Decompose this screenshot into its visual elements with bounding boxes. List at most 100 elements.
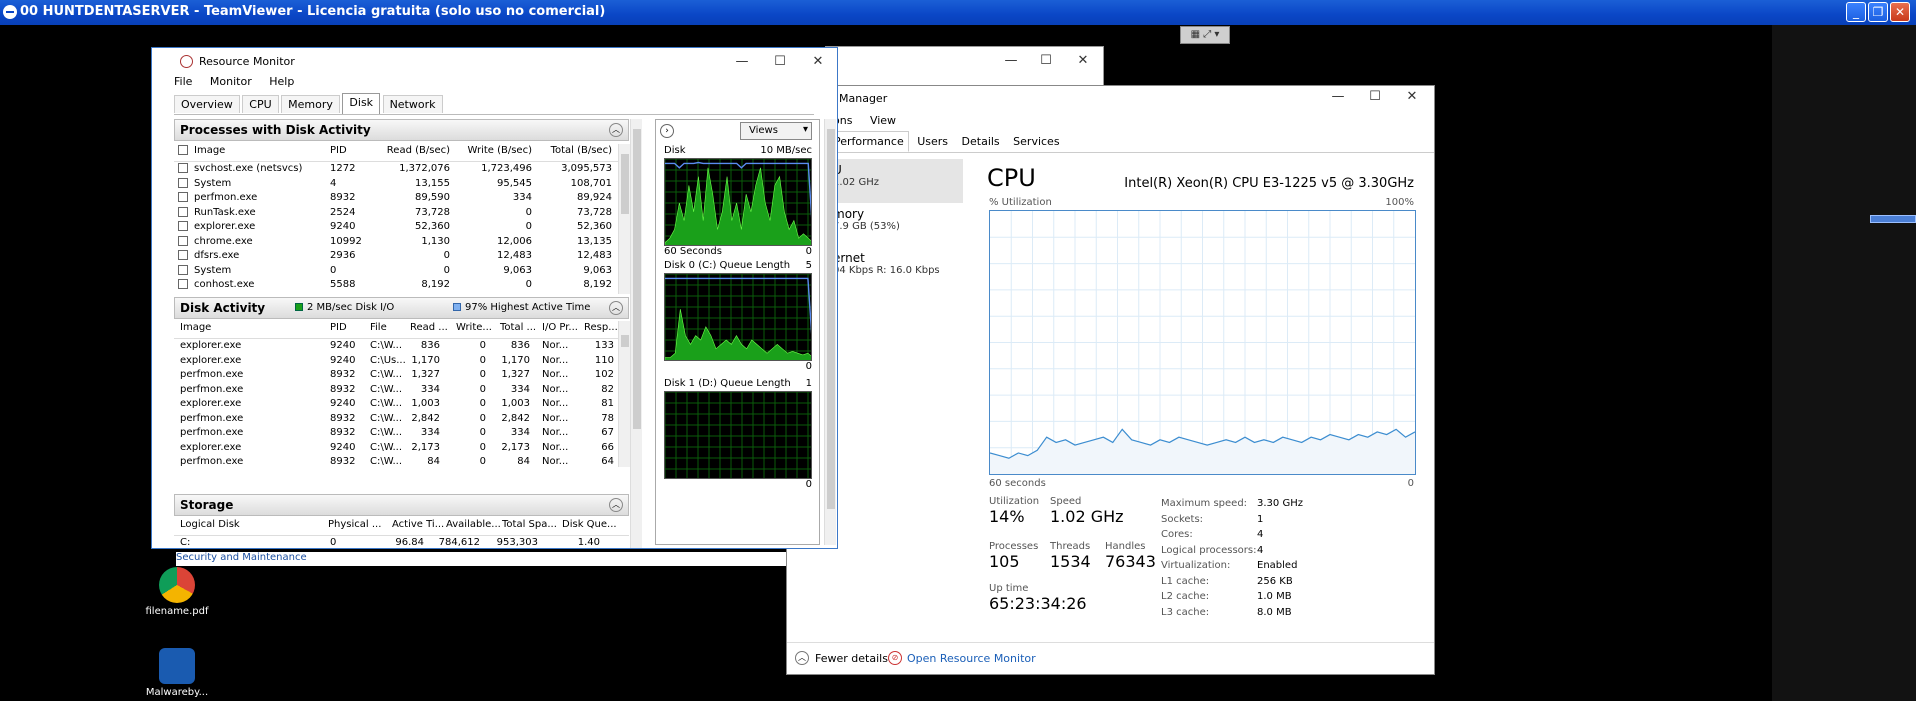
tab-details[interactable]: Details [957, 131, 1005, 152]
column-header[interactable]: PID [330, 145, 347, 156]
cell: 9,063 [503, 264, 532, 276]
column-header[interactable]: Write (B/sec) [456, 145, 532, 156]
row-checkbox[interactable] [178, 250, 188, 260]
close-button[interactable]: ✕ [1073, 53, 1093, 68]
close-button[interactable]: ✕ [1890, 2, 1910, 22]
column-header[interactable]: Image [180, 322, 211, 333]
main-scrollbar[interactable] [630, 119, 642, 548]
task-manager-window[interactable]: Manager — ☐ ✕ ons View Performance Users… [786, 85, 1435, 675]
table-row[interactable]: System 0 0 9,063 9,063 [174, 264, 629, 279]
maximize-button[interactable]: ☐ [1365, 89, 1385, 104]
resource-monitor-window[interactable]: Resource Monitor — ☐ ✕ File Monitor Help… [151, 47, 838, 549]
table-row[interactable]: conhost.exe 5588 8,192 0 8,192 [174, 278, 629, 293]
tab-services[interactable]: Services [1008, 131, 1064, 152]
row-checkbox[interactable] [178, 163, 188, 173]
tab-cpu[interactable]: CPU [242, 95, 279, 113]
table-row[interactable]: explorer.exe 9240 C:\W... 836 0 836 Nor... 133 [174, 339, 629, 354]
open-resource-monitor-link[interactable]: Open Resource Monitor [907, 652, 1036, 665]
collapse-icon[interactable]: ︿ [609, 498, 623, 512]
table-row[interactable]: explorer.exe 9240 C:\Us... 1,170 0 1,170 Nor..… [174, 354, 629, 369]
disk-activity-section-header[interactable]: Disk Activity 2 MB/sec Disk I/O 97% High… [174, 297, 629, 319]
column-header[interactable]: Resp... [584, 322, 618, 333]
table-row[interactable]: perfmon.exe 8932 C:\W... 334 0 334 Nor... 67 [174, 426, 629, 441]
row-checkbox[interactable] [178, 264, 188, 275]
maximize-button[interactable]: ☐ [1036, 53, 1056, 68]
control-panel-window[interactable]: — ☐ ✕ [825, 46, 1104, 86]
processes-section-header[interactable]: Processes with Disk Activity ︿ [174, 119, 629, 141]
table-row[interactable]: RunTask.exe 2524 73,728 0 73,728 [174, 206, 629, 221]
row-checkbox[interactable] [178, 192, 188, 202]
security-maintenance-link[interactable]: Security and Maintenance [176, 552, 786, 566]
collapse-icon[interactable]: ︿ [609, 301, 623, 315]
close-button[interactable]: ✕ [808, 54, 828, 69]
minimize-button[interactable]: — [732, 54, 752, 69]
column-header[interactable]: PID [330, 322, 347, 333]
column-header[interactable]: Total ... [500, 322, 536, 333]
column-header[interactable]: Read (B/sec) [374, 145, 450, 156]
minimize-button[interactable]: — [1001, 53, 1021, 68]
row-checkbox[interactable] [178, 221, 188, 231]
table-row[interactable]: svchost.exe (netsvcs) 1272 1,372,076 1,723,… [174, 162, 629, 177]
fewer-details-link[interactable]: Fewer details [815, 652, 888, 665]
table-row[interactable]: C: 0 96.84 784,612 953,303 1.40 [174, 536, 629, 546]
tab-disk[interactable]: Disk [342, 93, 381, 114]
table-row[interactable]: System 4 13,155 95,545 108,701 [174, 177, 629, 192]
menu-view[interactable]: View [870, 114, 896, 127]
views-dropdown[interactable]: Views ▾ [740, 122, 812, 140]
minimize-button[interactable]: — [1328, 89, 1348, 104]
table-row[interactable]: dfsrs.exe 2936 0 12,483 12,483 [174, 249, 629, 264]
row-checkbox[interactable] [178, 206, 188, 217]
select-all-checkbox[interactable] [178, 145, 188, 155]
storage-section-header[interactable]: Storage ︿ [174, 494, 629, 516]
column-header[interactable]: Active Ti... [392, 519, 444, 530]
tab-overview[interactable]: Overview [174, 95, 240, 113]
graphs-scrollbar[interactable] [824, 119, 836, 545]
menu-file[interactable]: File [174, 75, 192, 88]
menu-help[interactable]: Help [269, 75, 294, 88]
close-button[interactable]: ✕ [1402, 89, 1422, 104]
table-row[interactable]: perfmon.exe 8932 C:\W... 334 0 334 Nor... 82 [174, 383, 629, 398]
desktop-icon-pdf[interactable]: filename.pdf [142, 567, 212, 617]
teamviewer-toolbar-handle[interactable]: ▦ ⤢ ▾ [1180, 26, 1230, 44]
menu-monitor[interactable]: Monitor [210, 75, 252, 88]
cell: 73,728 [415, 206, 450, 218]
tab-network[interactable]: Network [382, 95, 443, 113]
desktop-icon-malwarebytes[interactable]: Malwareby... [142, 648, 212, 698]
table-row[interactable]: explorer.exe 9240 C:\W... 1,003 0 1,003 Nor...… [174, 397, 629, 412]
column-header[interactable]: I/O Pr... [542, 322, 578, 333]
row-checkbox[interactable] [178, 279, 188, 289]
cell: 2,173 [501, 441, 530, 453]
column-header[interactable]: Total Spa... [502, 519, 557, 530]
row-checkbox[interactable] [178, 177, 188, 188]
tab-memory[interactable]: Memory [281, 95, 340, 113]
chevron-right-icon[interactable]: › [660, 124, 674, 138]
table-row[interactable]: perfmon.exe 8932 89,590 334 89,924 [174, 191, 629, 206]
column-header[interactable]: Image [194, 145, 225, 156]
column-header[interactable]: Disk Que... [562, 519, 617, 530]
table-row[interactable]: chrome.exe 10992 1,130 12,006 13,135 [174, 235, 629, 250]
column-header[interactable]: Write... [456, 322, 492, 333]
row-checkbox[interactable] [178, 235, 188, 246]
scroll-indicator[interactable] [1870, 215, 1916, 223]
column-header[interactable]: Physical ... [328, 519, 381, 530]
column-header[interactable]: Available... [446, 519, 501, 530]
restore-button[interactable]: ❐ [1868, 2, 1888, 22]
processes-scrollbar[interactable] [618, 144, 630, 294]
table-row[interactable]: explorer.exe 9240 C:\W... 2,173 0 2,173 Nor...… [174, 441, 629, 456]
column-header[interactable]: Total (B/sec) [536, 145, 612, 156]
minimize-button[interactable]: _ [1846, 2, 1866, 22]
table-row[interactable]: perfmon.exe 8932 C:\W... 1,327 0 1,327 Nor... 1… [174, 368, 629, 383]
tab-performance[interactable]: Performance [829, 131, 909, 152]
column-header[interactable]: Logical Disk [180, 519, 240, 530]
disk-activity-scrollbar[interactable] [618, 321, 630, 467]
table-row[interactable]: perfmon.exe 8932 C:\W... 84 0 84 Nor... 64 [174, 455, 629, 467]
table-row[interactable]: explorer.exe 9240 52,360 0 52,360 [174, 220, 629, 235]
table-row[interactable]: perfmon.exe 8932 C:\W... 2,842 0 2,842 Nor... 7… [174, 412, 629, 427]
maximize-button[interactable]: ☐ [770, 54, 790, 69]
collapse-icon[interactable]: ︿ [609, 123, 623, 137]
cell: Nor... [542, 398, 569, 409]
tab-users[interactable]: Users [912, 131, 953, 152]
column-header[interactable]: File [370, 322, 387, 333]
cell: 73,728 [577, 206, 612, 218]
column-header[interactable]: Read ... [410, 322, 448, 333]
